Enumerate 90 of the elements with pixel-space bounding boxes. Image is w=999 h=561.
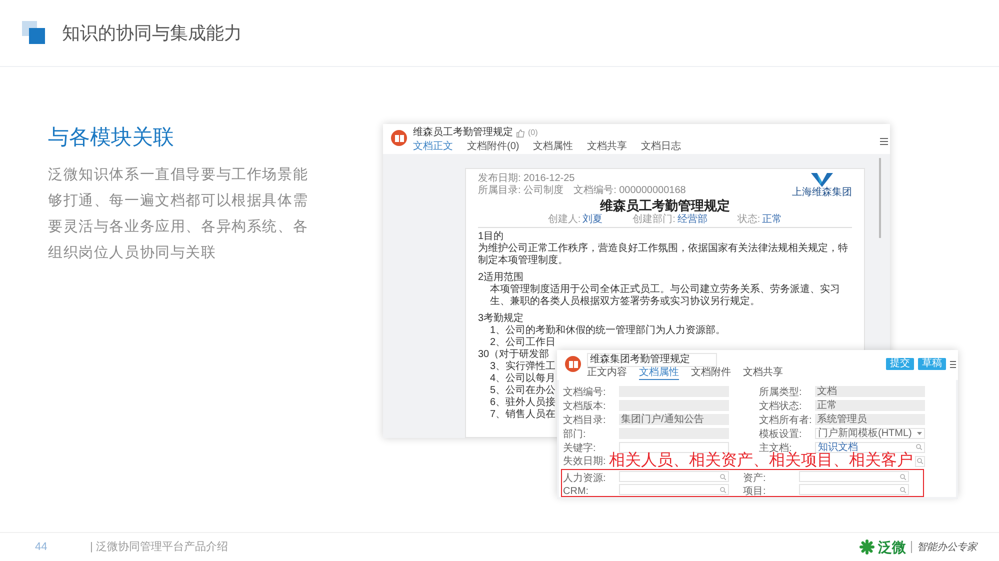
search-icon[interactable] [917, 458, 923, 464]
field-value: 文档 [817, 386, 837, 396]
thumbs-up-icon[interactable] [516, 128, 525, 138]
input-field[interactable] [799, 471, 909, 482]
meta-value: 正常 [762, 214, 782, 226]
section-heading: 1目的 [478, 231, 505, 242]
page-title: 知识的协同与集成能力 [62, 22, 242, 44]
input-field[interactable] [619, 442, 729, 452]
input-field[interactable] [619, 484, 729, 495]
field-label: 项目: [743, 486, 766, 496]
company-name: 上海维森集团 [792, 187, 852, 198]
footer-title: | 泛微协同管理平台产品介绍 [90, 540, 228, 555]
field-value: 集团门户/通知公告 [621, 414, 704, 424]
document-text: 本项管理制度适用于公司全体正式员工。与公司建立劳务关系、劳务派遣、实习生、兼职的各类人员根据双方签署劳务或实习协议另行规定。 [490, 284, 841, 308]
input-field[interactable]: 知识文档 [815, 442, 925, 452]
field-label: 文档目录: [563, 415, 606, 426]
document-text: 3、实行弹性工 [490, 361, 556, 372]
book-icon [565, 356, 581, 372]
input-field[interactable]: 系统管理员 [815, 414, 925, 424]
meta-value: 刘夏 [582, 214, 603, 226]
search-icon[interactable] [720, 486, 726, 492]
menu-icon[interactable] [880, 138, 888, 145]
meta-value: 经营部 [677, 214, 708, 226]
like-count: (0) [528, 127, 538, 139]
field-label: CRM: [563, 486, 589, 496]
search-icon[interactable] [900, 474, 906, 480]
field-label: 关键字: [563, 443, 596, 454]
input-field[interactable] [619, 471, 729, 482]
input-field[interactable]: 文档 [815, 386, 925, 396]
input-field[interactable]: 集团门户/通知公告 [619, 414, 729, 424]
field-value: 正常 [817, 400, 837, 410]
document-text: 1、公司的考勤和休假的统一管理部门为人力资源部。 [490, 325, 727, 337]
field-label: 文档所有者: [759, 415, 812, 426]
section-description: 泛微知识体系一直倡导要与工作场景能够打通、每一遍文档都可以根据具体需要灵活与各业务应用、各异构系统、各组织岗位人员协同与关联 [48, 166, 310, 262]
logo-text: 泛微 [878, 540, 906, 554]
field-label: 部门: [563, 429, 586, 440]
menu-icon[interactable] [950, 361, 956, 368]
document-tab[interactable]: 文档日志 [641, 141, 682, 155]
form-button[interactable]: 提交 [886, 358, 914, 370]
field-label: 人力资源: [563, 472, 606, 484]
document-heading: 维森员工考勤管理规定 [599, 198, 731, 214]
document-text: 2、公司工作日 [490, 337, 556, 348]
search-icon[interactable] [916, 444, 922, 450]
input-field[interactable] [915, 456, 925, 466]
page-number: 44 [35, 540, 48, 555]
logo-slogan: 智能办公专家 [917, 540, 977, 554]
document-tab[interactable]: 文档共享 [587, 141, 628, 155]
document-text: 6、驻外人员接 [490, 397, 556, 409]
search-icon[interactable] [900, 486, 906, 492]
header-square-icon [22, 21, 46, 45]
document-text: 30（对于研发部 [478, 349, 550, 360]
search-icon[interactable] [720, 474, 726, 480]
document-text: 5、公司在办公 [490, 385, 556, 396]
field-label: 失效日期: [563, 456, 607, 466]
document-title: 维森员工考勤管理规定 [413, 127, 513, 139]
field-label: 文档编号: [563, 387, 606, 398]
field-label: 模板设置: [759, 429, 802, 440]
document-text: 为维护公司正常工作秩序，营造良好工作氛围，依据国家有关法律法规相关规定，特制定本项管理制度。 [478, 243, 849, 267]
section-heading: 2适用范围 [478, 272, 525, 284]
form-button[interactable]: 草稿 [918, 358, 946, 370]
field-label: 文档版本: [563, 401, 606, 412]
document-text: 4、公司以每月 [490, 373, 556, 384]
form-tab[interactable]: 文档共享 [743, 367, 783, 380]
scrollbar[interactable] [879, 158, 881, 238]
section-heading: 3考勤规定 [478, 313, 525, 325]
form-tab[interactable]: 正文内容 [587, 367, 627, 380]
related-modules-caption: 相关人员、相关资产、相关项目、相关客户 [609, 454, 913, 468]
document-tab[interactable]: 文档附件(0) [467, 141, 520, 155]
company-logo-icon [811, 173, 833, 187]
publish-date: 发布日期: 2016-12-25 [478, 173, 576, 184]
document-number: 文档编号: 000000000168 [574, 185, 686, 197]
field-value: 系统管理员 [817, 414, 867, 424]
book-icon [391, 130, 407, 146]
field-label: 资产: [743, 472, 766, 484]
meta-label: 创建人: [548, 214, 581, 226]
field-value: 知识文档 [818, 442, 858, 452]
field-label: 所属类型: [759, 387, 802, 398]
logo-star-icon [859, 539, 875, 555]
meta-label: 状态: [737, 214, 760, 226]
field-label: 文档状态: [759, 401, 802, 412]
directory: 所属目录: 公司制度 [478, 185, 564, 197]
input-field[interactable]: 正常 [815, 400, 925, 410]
meta-label: 创建部门: [632, 214, 676, 226]
document-title: 维森集团考勤管理规定 [587, 353, 717, 367]
caret-icon[interactable] [917, 432, 922, 434]
document-tab[interactable]: 文档属性 [533, 141, 574, 155]
document-text: 7、销售人员在 [490, 409, 556, 421]
form-tab[interactable]: 文档附件 [691, 367, 731, 380]
section-heading: 与各模块关联 [48, 125, 175, 151]
input-field[interactable] [799, 484, 909, 495]
